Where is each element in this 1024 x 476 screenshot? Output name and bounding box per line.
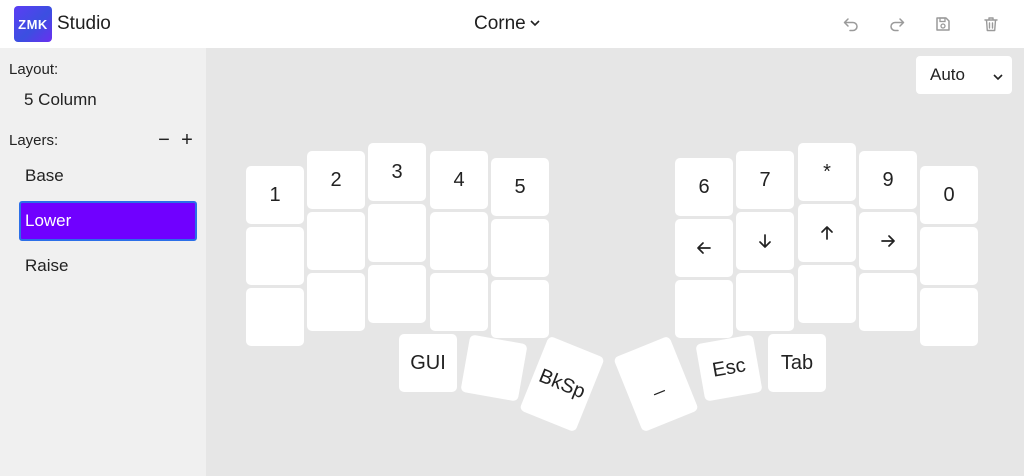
key-label: 9 <box>882 168 894 191</box>
redo-icon <box>890 18 905 32</box>
key-12[interactable] <box>368 204 426 262</box>
key-19[interactable] <box>920 227 978 285</box>
undo-icon <box>843 18 858 32</box>
undo-button[interactable] <box>840 12 862 36</box>
key-label: * <box>823 160 831 183</box>
key-13[interactable] <box>430 212 488 270</box>
key-label: 7 <box>759 168 771 191</box>
key-7[interactable]: * <box>798 143 856 201</box>
key-label: Tab <box>780 351 814 374</box>
key-15[interactable] <box>675 219 733 277</box>
key-label: 0 <box>943 183 955 206</box>
key-label: 5 <box>514 175 526 198</box>
key-label: 1 <box>269 183 281 206</box>
arrow-right-icon <box>881 235 895 247</box>
key-27[interactable] <box>798 265 856 323</box>
key-18[interactable] <box>859 212 917 270</box>
layer-label: Lower <box>25 211 72 230</box>
key-label: _ <box>646 371 666 396</box>
layout-label: Layout: <box>9 61 59 78</box>
key-0[interactable]: 1 <box>246 166 304 224</box>
sidebar: Layout: 5 Column Layers: − + Base Lower … <box>0 48 206 476</box>
zoom-value: Auto <box>930 65 965 84</box>
logo-text: ZMK <box>18 16 48 32</box>
key-label: Esc <box>710 353 748 382</box>
key-1[interactable]: 2 <box>307 151 365 209</box>
key-24[interactable] <box>491 280 549 338</box>
layer-item-lower[interactable]: Lower <box>19 201 197 241</box>
key-29[interactable] <box>920 288 978 346</box>
key-11[interactable] <box>307 212 365 270</box>
layer-item-base[interactable]: Base <box>19 156 197 196</box>
key-31[interactable] <box>460 334 528 402</box>
key-16[interactable] <box>736 212 794 270</box>
key-32[interactable]: BkSp <box>519 335 605 433</box>
delete-button[interactable] <box>980 12 1002 36</box>
key-23[interactable] <box>430 273 488 331</box>
key-8[interactable]: 9 <box>859 151 917 209</box>
key-label: GUI <box>410 351 446 374</box>
save-button[interactable] <box>932 12 954 36</box>
key-14[interactable] <box>491 219 549 277</box>
key-3[interactable]: 4 <box>430 151 488 209</box>
key-label: 4 <box>453 168 465 191</box>
chevron-down-icon <box>529 13 541 35</box>
layers-label: Layers: <box>9 132 59 149</box>
key-6[interactable]: 7 <box>736 151 794 209</box>
keyboard-selector[interactable]: Corne <box>474 12 541 36</box>
save-icon <box>936 17 950 31</box>
key-33[interactable]: _ <box>613 335 699 433</box>
trash-icon <box>984 17 998 32</box>
key-35[interactable]: Tab <box>768 334 826 392</box>
key-25[interactable] <box>675 280 733 338</box>
key-28[interactable] <box>859 273 917 331</box>
key-label: 6 <box>698 175 710 198</box>
key-22[interactable] <box>368 265 426 323</box>
key-label: 3 <box>391 160 403 183</box>
arrow-down-icon <box>759 234 771 248</box>
key-34[interactable]: Esc <box>695 334 763 402</box>
app-name: Studio <box>57 13 111 34</box>
key-label: 2 <box>330 168 342 191</box>
arrow-up-icon <box>821 226 833 240</box>
arrow-left-icon <box>697 242 711 254</box>
key-2[interactable]: 3 <box>368 143 426 201</box>
key-10[interactable] <box>246 227 304 285</box>
key-26[interactable] <box>736 273 794 331</box>
key-30[interactable]: GUI <box>399 334 457 392</box>
key-4[interactable]: 5 <box>491 158 549 216</box>
remove-layer-button[interactable]: − <box>156 128 172 152</box>
layout-name[interactable]: 5 Column <box>24 90 97 110</box>
redo-button[interactable] <box>886 12 908 36</box>
layer-label: Base <box>25 166 64 185</box>
chevron-down-icon <box>992 68 1004 88</box>
zmk-logo: ZMK <box>14 6 52 42</box>
zoom-select[interactable]: Auto <box>916 56 1012 94</box>
add-layer-button[interactable]: + <box>179 128 195 152</box>
key-label: BkSp <box>535 364 589 403</box>
key-21[interactable] <box>307 273 365 331</box>
key-5[interactable]: 6 <box>675 158 733 216</box>
layer-item-raise[interactable]: Raise <box>19 246 197 286</box>
key-20[interactable] <box>246 288 304 346</box>
layer-label: Raise <box>25 256 69 275</box>
key-9[interactable]: 0 <box>920 166 978 224</box>
keyboard-name: Corne <box>474 13 526 34</box>
app-header: ZMK Studio Corne <box>0 0 1024 48</box>
key-17[interactable] <box>798 204 856 262</box>
keymap-canvas: Auto 1 2 3 4 5 6 7 * 9 0 GUI BkSp _ Esc … <box>206 48 1024 476</box>
